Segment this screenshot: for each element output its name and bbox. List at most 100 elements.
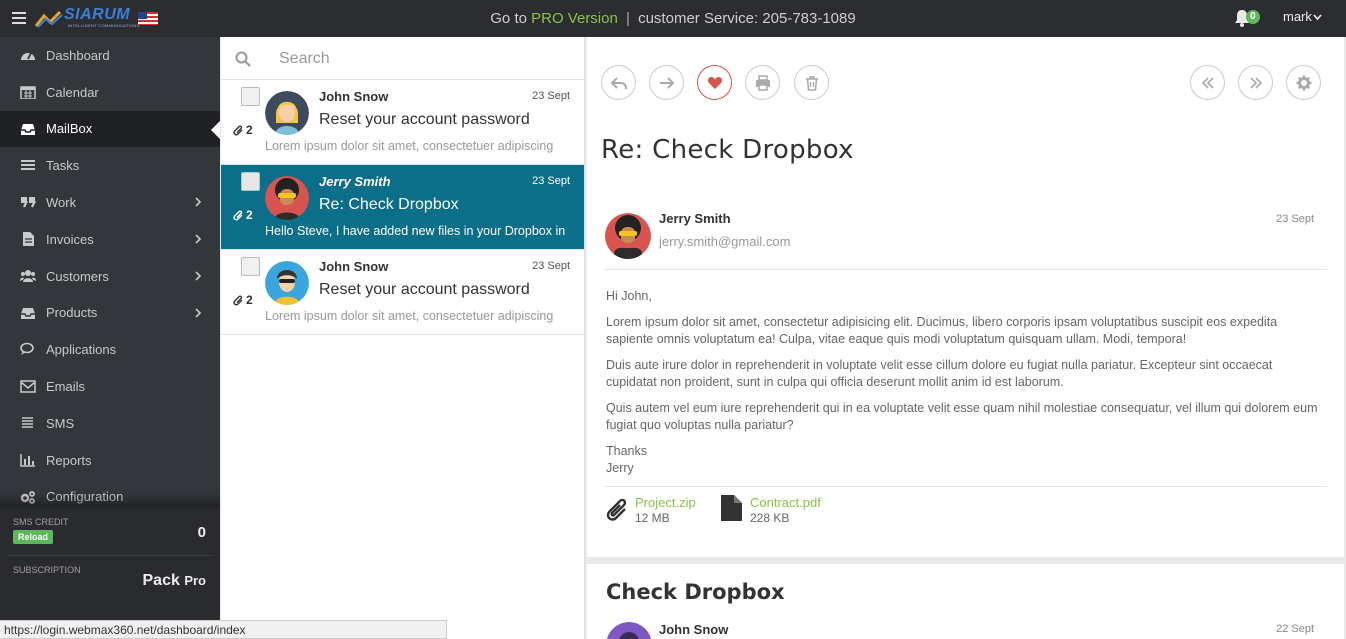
sidebar-item-label: Tasks bbox=[46, 158, 80, 174]
message-title: Re: Check Dropbox bbox=[601, 135, 854, 165]
paperclip-icon bbox=[233, 125, 243, 135]
mail-items: 2 John Snow 23 Sept Reset your account pass… bbox=[221, 80, 584, 335]
mail-sender: John Snow bbox=[319, 89, 389, 104]
attachment-size: 228 KB bbox=[750, 511, 790, 525]
user-name: mark bbox=[1283, 9, 1312, 24]
subscription-value: Pack Pro bbox=[143, 572, 207, 590]
inbox-icon bbox=[20, 122, 36, 136]
sidebar-item-invoices[interactable]: Invoices bbox=[0, 221, 220, 258]
chart-icon bbox=[20, 453, 36, 467]
attachment-size: 12 MB bbox=[635, 511, 670, 525]
sidebar-item-applications[interactable]: Applications bbox=[0, 331, 220, 368]
subscription-tier: Pro bbox=[184, 573, 206, 588]
sidebar-item-label: Emails bbox=[46, 379, 86, 395]
previous-message-card[interactable]: Check Dropbox John Snow 22 Sept bbox=[587, 564, 1344, 639]
forward-button[interactable] bbox=[649, 65, 684, 100]
go-to-text: Go to bbox=[490, 10, 527, 27]
mail-list-item[interactable]: 2 John Snow 23 Sept Reset your account pass… bbox=[221, 250, 584, 335]
sidebar-item-label: Reports bbox=[46, 452, 92, 468]
sidebar-item-label: SMS bbox=[46, 415, 75, 431]
promo-banner: Go to PRO Version | customer Service: 20… bbox=[0, 10, 1346, 27]
sidebar-item-calendar[interactable]: Calendar bbox=[0, 74, 220, 111]
message-paragraph: Duis aute irure dolor in reprehenderit i… bbox=[606, 358, 1273, 389]
select-checkbox[interactable] bbox=[241, 87, 260, 106]
attachment-name[interactable]: Project.zip bbox=[635, 495, 696, 510]
sidebar-item-mailbox[interactable]: MailBox bbox=[0, 110, 220, 148]
message-paragraph: Lorem ipsum dolor sit amet, consectetur … bbox=[606, 315, 1278, 346]
sidebar-item-sms[interactable]: SMS bbox=[0, 405, 220, 442]
mail-subject: Reset your account password bbox=[319, 281, 530, 298]
mail-sender: Jerry Smith bbox=[319, 174, 391, 189]
attachment-name[interactable]: Contract.pdf bbox=[750, 495, 821, 510]
sms-icon bbox=[20, 416, 36, 430]
browser-status-url: https://login.webmax360.net/dashboard/in… bbox=[0, 620, 447, 639]
purple-avatar-icon bbox=[606, 622, 652, 639]
sidebar-item-tasks[interactable]: Tasks bbox=[0, 147, 220, 184]
users-icon bbox=[20, 269, 36, 283]
blonde-woman-avatar-icon bbox=[265, 91, 309, 135]
mail-preview: Lorem ipsum dolor sit amet, consectetuer… bbox=[265, 139, 554, 153]
attachment-count-value: 2 bbox=[246, 123, 253, 137]
sender-name: Jerry Smith bbox=[659, 211, 731, 226]
attachment-item[interactable]: Project.zip 12 MB bbox=[605, 495, 696, 525]
sidebar-item-work[interactable]: Work bbox=[0, 184, 220, 221]
double-chevron-left-icon bbox=[1201, 76, 1214, 89]
sidebar-scroll-shadow bbox=[0, 493, 220, 507]
chevron-down-icon bbox=[1313, 14, 1322, 21]
sidebar-item-products[interactable]: Products bbox=[0, 295, 220, 332]
select-checkbox[interactable] bbox=[241, 257, 260, 276]
next-message-button[interactable] bbox=[1238, 65, 1273, 100]
sidebar-item-dashboard[interactable]: Dashboard bbox=[0, 37, 220, 74]
select-checkbox[interactable] bbox=[241, 172, 260, 191]
customer-service-text: customer Service: 205-783-1089 bbox=[638, 10, 856, 27]
sidebar: Dashboard Calendar MailBox Tasks Work Invoice… bbox=[0, 37, 220, 639]
mail-preview: Lorem ipsum dolor sit amet, consectetuer… bbox=[265, 309, 554, 323]
attachment-count-value: 2 bbox=[246, 293, 253, 307]
user-menu[interactable]: mark bbox=[1283, 9, 1322, 24]
favorite-button[interactable] bbox=[697, 65, 732, 100]
reply-icon bbox=[610, 76, 627, 89]
sms-credit-value: 0 bbox=[197, 524, 206, 541]
attachment-info: Project.zip 12 MB bbox=[635, 495, 696, 525]
attachment-count: 2 bbox=[233, 293, 253, 307]
gear-icon bbox=[1296, 75, 1311, 90]
print-button[interactable] bbox=[745, 65, 780, 100]
attachment-count: 2 bbox=[233, 123, 253, 137]
divider bbox=[604, 269, 1327, 270]
previous-message-button[interactable] bbox=[1190, 65, 1225, 100]
sidebar-item-label: Customers bbox=[46, 268, 109, 284]
mail-date: 23 Sept bbox=[532, 175, 570, 187]
delete-button[interactable] bbox=[794, 65, 829, 100]
sidebar-item-reports[interactable]: Reports bbox=[0, 442, 220, 479]
chevron-right-icon bbox=[195, 197, 202, 207]
mail-list-item[interactable]: 2 John Snow 23 Sept Reset your account pass… bbox=[221, 80, 584, 165]
sidebar-item-label: Invoices bbox=[46, 231, 94, 247]
tasks-icon bbox=[20, 158, 36, 172]
attachment-count: 2 bbox=[233, 208, 253, 222]
search-input[interactable] bbox=[279, 47, 569, 71]
settings-button[interactable] bbox=[1286, 65, 1321, 100]
mail-list-item[interactable]: 2 Jerry Smith 23 Sept Re: Check Dropbox Hell… bbox=[221, 165, 584, 250]
message-body: Hi John, Lorem ipsum dolor sit amet, con… bbox=[606, 288, 1326, 477]
attachment-item[interactable]: Contract.pdf 228 KB bbox=[720, 495, 821, 525]
box-icon bbox=[20, 306, 36, 320]
document-icon bbox=[721, 495, 742, 521]
dashboard-icon bbox=[20, 48, 36, 62]
reply-button[interactable] bbox=[601, 65, 636, 100]
sidebar-item-emails[interactable]: Emails bbox=[0, 368, 220, 405]
previous-message-date: 22 Sept bbox=[1276, 623, 1314, 635]
previous-sender-name: John Snow bbox=[659, 622, 729, 637]
sidebar-item-customers[interactable]: Customers bbox=[0, 258, 220, 295]
sender-email[interactable]: jerry.smith@gmail.com bbox=[659, 234, 790, 249]
envelope-icon bbox=[20, 379, 36, 393]
search-icon[interactable] bbox=[235, 51, 251, 67]
mail-date: 23 Sept bbox=[532, 90, 570, 102]
reload-button[interactable]: Reload bbox=[13, 530, 54, 544]
calendar-icon bbox=[20, 85, 36, 100]
separator: | bbox=[626, 10, 630, 27]
message-thanks: Thanks bbox=[606, 444, 647, 458]
pro-version-link[interactable]: PRO Version bbox=[531, 10, 618, 27]
chevron-right-icon bbox=[195, 308, 202, 318]
reading-pane: Re: Check Dropbox Jerry Smith jerry.smit… bbox=[587, 37, 1344, 557]
paperclip-icon bbox=[606, 498, 627, 521]
